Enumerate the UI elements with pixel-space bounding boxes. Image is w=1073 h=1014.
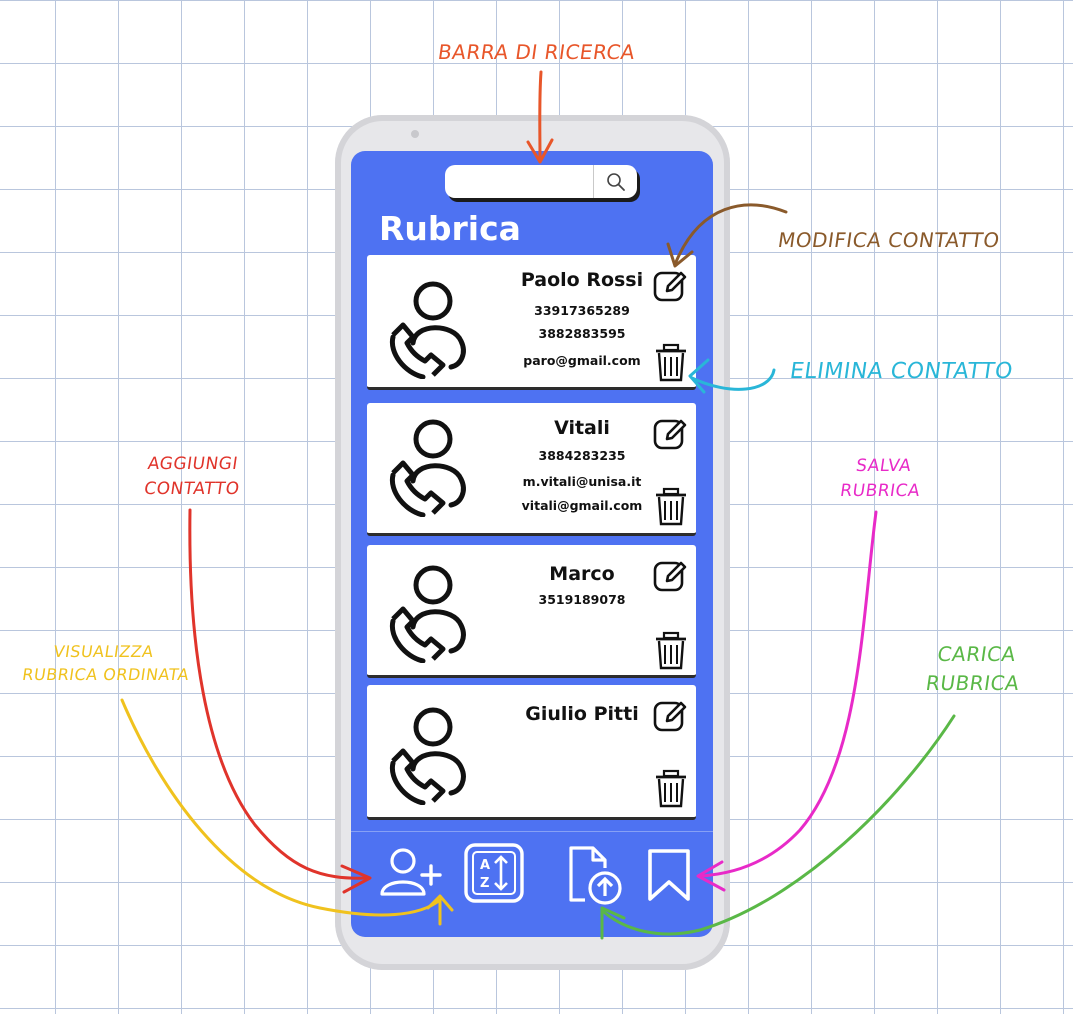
delete-contact-annotation: ELIMINA CONTATTO: [788, 359, 1015, 384]
load-book-arrow: [602, 714, 956, 936]
sorted-view-annotation: VISUALIZZA RUBRICA ORDINATA: [21, 642, 191, 685]
edit-contact-annotation: MODIFICA CONTATTO: [776, 228, 1002, 252]
annotation-arrows: [120, 70, 956, 940]
add-contact-annotation: AGGIUNGI CONTATTO: [142, 454, 241, 499]
delete-contact-arrow: [690, 368, 776, 391]
search-bar-arrow: [538, 70, 543, 162]
load-book-annotation: CARICA RUBRICA: [924, 642, 1021, 695]
sorted-view-arrow: [120, 698, 442, 926]
search-bar-annotation: BARRA DI RICERCA: [436, 40, 637, 64]
save-book-arrow: [698, 510, 878, 878]
save-book-annotation: SALVA RUBRICA: [838, 456, 922, 501]
add-contact-arrow: [188, 508, 370, 880]
